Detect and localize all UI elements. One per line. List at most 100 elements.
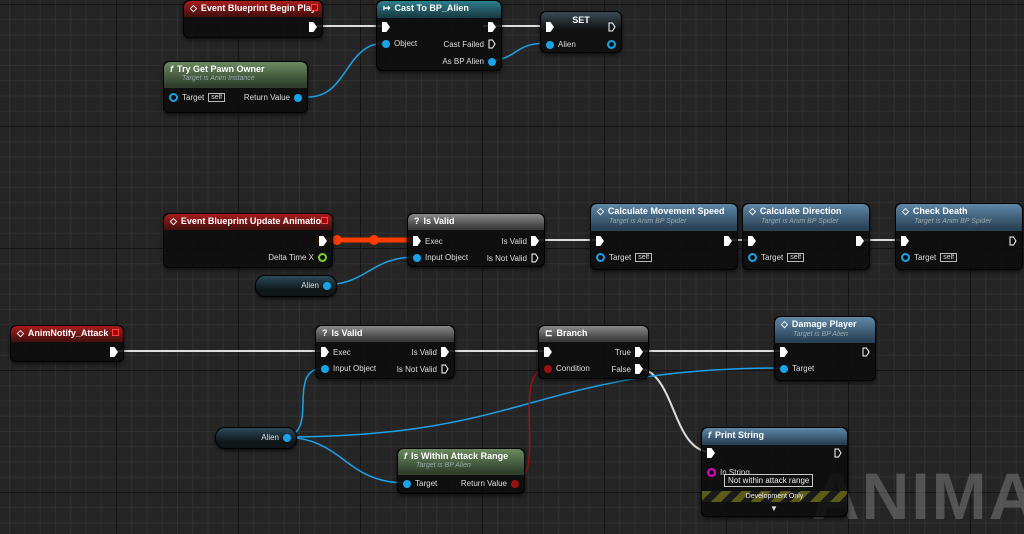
is-not-valid-pin[interactable]	[441, 364, 449, 374]
return-value-pin[interactable]	[294, 93, 302, 102]
anim-notify-attack-node[interactable]: ◇ AnimNotify_Attack	[10, 325, 124, 362]
in-string-pin[interactable]	[707, 468, 716, 477]
alien-out-pin[interactable]	[323, 281, 331, 290]
false-pin[interactable]	[635, 364, 643, 374]
event-begin-play-node[interactable]: ◇ Event Blueprint Begin Play	[183, 0, 323, 38]
node-title: Is Valid	[331, 328, 363, 338]
target-pin[interactable]	[780, 364, 788, 373]
question-icon: ?	[322, 328, 328, 338]
try-get-pawn-owner-node[interactable]: f Try Get Pawn Owner Target is Anim Instan…	[163, 61, 308, 113]
object-wire[interactable]	[307, 42, 386, 98]
node-title: Calculate Movement Speed	[607, 206, 725, 216]
cast-failed-pin[interactable]	[488, 39, 496, 49]
event-update-animation-node[interactable]: ◇ Event Blueprint Update Animation Delta …	[163, 213, 333, 268]
exec-wire[interactable]	[635, 367, 712, 453]
exec-out-pin[interactable]	[862, 347, 870, 357]
self-value: self	[208, 93, 226, 102]
target-pin[interactable]	[169, 93, 178, 102]
exec-in-pin[interactable]	[413, 236, 421, 246]
node-subtitle: Target is BP Alien	[793, 331, 848, 338]
pin-label: True	[614, 347, 631, 357]
pin-label: Target	[792, 364, 815, 373]
pin-label: Return Value	[243, 93, 290, 102]
object-wire[interactable]	[281, 436, 407, 484]
reroute-knot[interactable]	[332, 235, 342, 245]
exec-out-pin[interactable]	[110, 347, 118, 357]
target-pin[interactable]	[901, 253, 910, 262]
calculate-movement-speed-node[interactable]: ◇ Calculate Movement Speed Target is Anim …	[590, 203, 738, 270]
pin-label: As BP Alien	[442, 57, 484, 66]
exec-in-pin[interactable]	[780, 347, 788, 357]
pin-label: Return Value	[460, 479, 507, 488]
node-subtitle: Target is Anim BP Spider	[609, 218, 687, 225]
exec-out-pin[interactable]	[488, 22, 496, 32]
node-title: Is Valid	[423, 216, 455, 226]
exec-in-pin[interactable]	[382, 22, 390, 32]
is-valid-node-2[interactable]: ? Is Valid Exec Is Valid Input Object Is …	[315, 325, 455, 379]
check-death-node[interactable]: ◇ Check Death Target is Anim BP Spider Tar…	[895, 203, 1023, 270]
node-subtitle: Target is BP Alien	[416, 462, 471, 469]
is-valid-pin[interactable]	[531, 236, 539, 246]
as-bp-alien-pin[interactable]	[488, 57, 496, 66]
exec-out-pin[interactable]	[309, 22, 317, 32]
exec-out-pin[interactable]	[856, 236, 864, 246]
alien-variable-getter[interactable]: Alien	[215, 427, 297, 449]
node-title: Cast To BP_Alien	[394, 3, 469, 13]
print-string-node[interactable]: f Print String In String Not within attac…	[701, 427, 848, 517]
is-valid-pin[interactable]	[441, 347, 449, 357]
exec-in-pin[interactable]	[901, 236, 909, 246]
is-not-valid-pin[interactable]	[531, 253, 539, 263]
return-value-pin[interactable]	[511, 479, 519, 488]
function-icon: f	[708, 430, 711, 440]
exec-out-pin[interactable]	[834, 448, 842, 458]
true-pin[interactable]	[635, 347, 643, 357]
alien-variable-getter[interactable]: Alien	[255, 275, 337, 297]
branch-node[interactable]: ⊏ Branch True Condition False	[538, 325, 649, 379]
pin-label: Alien	[261, 433, 279, 442]
pin-label: Input Object	[333, 364, 377, 373]
target-pin[interactable]	[748, 253, 757, 262]
exec-in-pin[interactable]	[321, 347, 329, 357]
cast-to-bp-alien-node[interactable]: ↦ Cast To BP_Alien Object Cast Failed As …	[376, 0, 502, 71]
pin-label: False	[611, 364, 631, 374]
self-value: self	[940, 253, 958, 262]
object-pin[interactable]	[382, 39, 390, 48]
pin-label: Alien	[301, 281, 319, 290]
exec-out-pin[interactable]	[319, 236, 327, 246]
exec-in-pin[interactable]	[707, 448, 715, 458]
calculate-direction-node[interactable]: ◇ Calculate Direction Target is Anim BP Sp…	[742, 203, 870, 270]
expand-arrow-icon[interactable]: ▼	[770, 504, 778, 513]
node-title: Calculate Direction	[759, 206, 842, 216]
in-string-input[interactable]: Not within attack range	[724, 474, 814, 487]
exec-in-pin[interactable]	[544, 347, 552, 357]
exec-in-pin[interactable]	[596, 236, 604, 246]
pin-label: Is Valid	[411, 347, 437, 357]
node-title: Damage Player	[791, 319, 857, 329]
alien-out-pin[interactable]	[607, 40, 616, 49]
input-object-pin[interactable]	[413, 253, 421, 262]
event-diamond-icon: ◇	[190, 3, 197, 13]
exec-in-pin[interactable]	[546, 22, 554, 32]
set-alien-node[interactable]: SET Alien	[540, 11, 622, 53]
event-diamond-icon: ◇	[902, 206, 909, 216]
delta-time-pin[interactable]	[318, 253, 327, 262]
question-icon: ?	[414, 216, 420, 226]
target-pin[interactable]	[403, 479, 411, 488]
alien-in-pin[interactable]	[546, 40, 554, 49]
exec-out-pin[interactable]	[724, 236, 732, 246]
pin-label: Delta Time X	[268, 253, 314, 262]
exec-in-pin[interactable]	[748, 236, 756, 246]
is-valid-node-1[interactable]: ? Is Valid Exec Is Valid Input Object Is …	[407, 213, 545, 267]
pin-label: Exec	[333, 347, 351, 357]
reroute-knot[interactable]	[369, 235, 379, 245]
exec-out-pin[interactable]	[1009, 236, 1017, 246]
exec-out-pin[interactable]	[608, 22, 616, 32]
alien-out-pin[interactable]	[283, 433, 291, 442]
damage-player-node[interactable]: ◇ Damage Player Target is BP Alien Target	[774, 316, 876, 381]
is-within-attack-range-node[interactable]: f Is Within Attack Range Target is BP Alie…	[397, 448, 525, 494]
input-object-pin[interactable]	[321, 364, 329, 373]
target-pin[interactable]	[596, 253, 605, 262]
node-title: Branch	[556, 328, 588, 338]
development-only-banner: Development Only	[702, 491, 847, 502]
condition-pin[interactable]	[544, 364, 552, 373]
